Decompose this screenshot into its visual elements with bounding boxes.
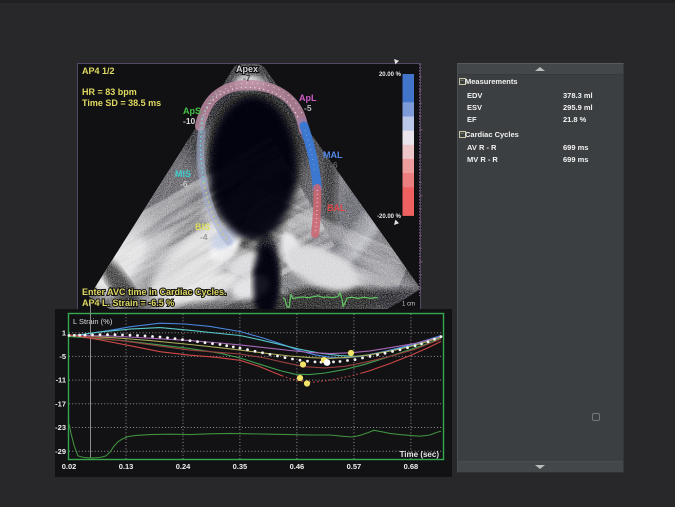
svg-text:-5: -5 xyxy=(59,352,66,361)
svg-text:MAL: MAL xyxy=(323,150,343,160)
svg-text:HR = 83 bpm: HR = 83 bpm xyxy=(82,87,137,97)
svg-text:1 cm: 1 cm xyxy=(402,302,415,308)
svg-text:Enter AVC time in Cardiac Cycl: Enter AVC time in Cardiac Cycles. xyxy=(82,287,227,297)
svg-text:0.24: 0.24 xyxy=(176,462,191,471)
svg-text:L Strain (%): L Strain (%) xyxy=(73,317,113,326)
svg-text:-29: -29 xyxy=(55,447,66,456)
svg-text:Time SD = 38.5 ms: Time SD = 38.5 ms xyxy=(82,98,161,108)
svg-text:0.13: 0.13 xyxy=(119,462,134,471)
svg-text:0.02: 0.02 xyxy=(62,462,77,471)
svg-text:BAL: BAL xyxy=(327,203,346,213)
svg-text:AP4 1/2: AP4 1/2 xyxy=(82,66,115,76)
svg-text:0.46: 0.46 xyxy=(290,462,305,471)
svg-text:-23: -23 xyxy=(55,423,66,432)
svg-text:-17: -17 xyxy=(55,399,66,408)
svg-text:-10: -10 xyxy=(183,116,196,126)
svg-text:-4: -4 xyxy=(200,232,208,242)
svg-text:AP4 L. Strain = -6.5 %: AP4 L. Strain = -6.5 % xyxy=(82,298,174,308)
svg-text:BIS: BIS xyxy=(195,222,210,232)
svg-text:-6: -6 xyxy=(330,160,338,170)
svg-text:0.68: 0.68 xyxy=(404,462,419,471)
svg-text:-6: -6 xyxy=(180,179,188,189)
svg-text:ApL: ApL xyxy=(299,93,317,103)
svg-text:-20.00 %: -20.00 % xyxy=(377,214,402,220)
svg-text:0.57: 0.57 xyxy=(347,462,362,471)
svg-text:-11: -11 xyxy=(329,213,341,223)
svg-text:ApS: ApS xyxy=(183,106,201,116)
svg-text:-5: -5 xyxy=(304,103,312,113)
svg-text:0.35: 0.35 xyxy=(233,462,248,471)
svg-text:Time (sec): Time (sec) xyxy=(400,450,440,459)
svg-text:-11: -11 xyxy=(56,376,66,385)
svg-text:1: 1 xyxy=(62,328,66,337)
svg-text:20.00 %: 20.00 % xyxy=(379,72,402,78)
svg-text:MIS: MIS xyxy=(175,169,191,179)
svg-text:-7: -7 xyxy=(243,73,251,83)
